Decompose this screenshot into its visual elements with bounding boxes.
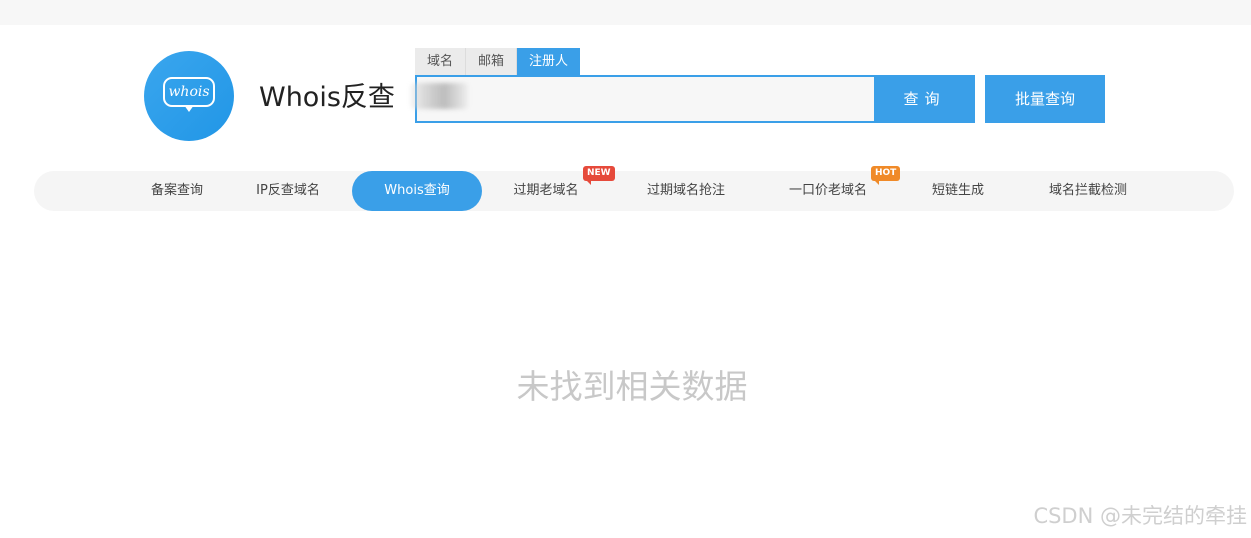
top-bar	[0, 0, 1251, 25]
nav-item-icp-lookup[interactable]: 备案查询	[122, 171, 232, 211]
logo-bubble-tail-icon	[184, 105, 194, 112]
search-box	[415, 75, 875, 123]
nav-item-fixed-price-domains[interactable]: 一口价老域名	[768, 171, 888, 211]
main-nav: 备案查询 IP反查域名 Whois查询 过期老域名 过期域名抢注 一口价老域名 …	[34, 171, 1234, 211]
nav-item-domain-backorder[interactable]: 过期域名抢注	[622, 171, 750, 211]
search-tab-domain[interactable]: 域名	[415, 48, 467, 75]
search-input[interactable]	[417, 77, 875, 121]
empty-state-message: 未找到相关数据	[516, 367, 748, 406]
logo-text: whois	[168, 84, 210, 100]
search-tab-email[interactable]: 邮箱	[466, 48, 518, 75]
logo-speech-bubble-icon: whois	[163, 77, 215, 107]
search-tab-registrant[interactable]: 注册人	[517, 48, 581, 75]
batch-query-button[interactable]: 批量查询	[985, 75, 1105, 123]
search-type-tabs: 域名 邮箱 注册人	[415, 48, 581, 75]
nav-item-whois[interactable]: Whois查询	[352, 171, 482, 211]
new-badge: NEW	[583, 166, 615, 185]
watermark: CSDN @未完结的牵挂	[1033, 504, 1247, 528]
nav-item-domain-block-check[interactable]: 域名拦截检测	[1030, 171, 1146, 211]
site-title: Whois反查	[259, 82, 395, 113]
redacted-input-blur	[410, 83, 468, 109]
whois-logo[interactable]: whois	[144, 51, 234, 141]
hot-badge: HOT	[871, 166, 901, 185]
nav-item-short-link[interactable]: 短链生成	[908, 171, 1008, 211]
query-button[interactable]: 查询	[874, 75, 975, 123]
nav-item-ip-reverse[interactable]: IP反查域名	[234, 171, 342, 211]
